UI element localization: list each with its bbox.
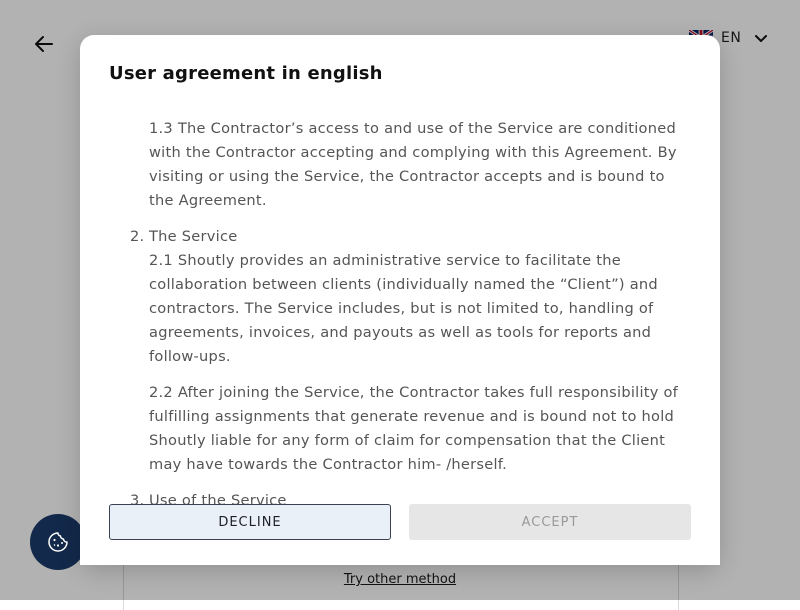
agreement-scroll-area[interactable]: 1.3 The Contractor’s access to and use o… [80,117,720,517]
agreement-section-1-3: 1.3 The Contractor’s access to and use o… [149,120,677,209]
agreement-section-2-1: 2.1 Shoutly provides an administrative s… [149,252,658,365]
cookie-settings-button[interactable] [30,514,86,570]
section-heading: The Service [149,228,238,245]
cookie-icon [48,532,68,552]
accept-button[interactable]: ACCEPT [409,504,691,540]
modal-footer: DECLINE ACCEPT [80,504,720,565]
agreement-section-2: 2. The Service 2.1 Shoutly provides an a… [130,225,694,477]
agreement-section-2-2: 2.2 After joining the Service, the Contr… [149,384,679,473]
modal-title: User agreement in english [109,63,383,84]
section-number: 2. [130,228,145,245]
decline-button[interactable]: DECLINE [109,504,391,540]
user-agreement-modal: User agreement in english 1.3 The Contra… [80,35,720,565]
